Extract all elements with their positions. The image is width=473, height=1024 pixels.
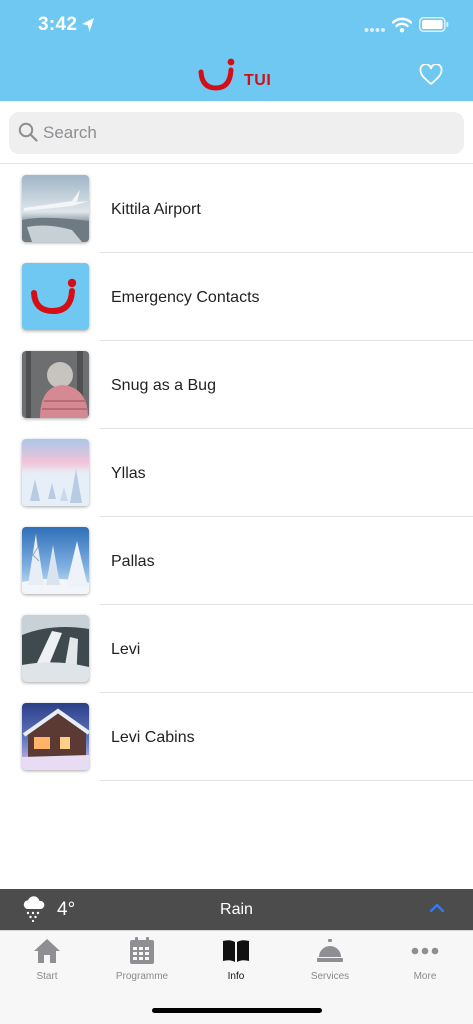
row-divider xyxy=(100,780,473,781)
more-dots-icon xyxy=(411,947,439,955)
list-item-label: Emergency Contacts xyxy=(111,289,260,306)
tab-label: Programme xyxy=(115,971,169,982)
list-item-kittila-airport[interactable]: Kittila Airport xyxy=(0,165,473,253)
tab-label: Services xyxy=(310,971,350,982)
tab-label: Start xyxy=(36,971,58,982)
list-item-pallas[interactable]: Pallas xyxy=(0,517,473,605)
list-item-label: Levi xyxy=(111,641,141,658)
snowy-trees-blue-sky-thumbnail xyxy=(22,527,89,594)
list-item-label: Pallas xyxy=(111,553,155,570)
book-icon xyxy=(223,940,249,962)
search-section xyxy=(0,101,473,164)
battery-icon xyxy=(419,17,449,32)
ski-slope-thumbnail xyxy=(22,615,89,682)
weather-condition: Rain xyxy=(220,901,253,918)
list-item-levi-cabins[interactable]: Levi Cabins xyxy=(0,693,473,781)
location-arrow-icon xyxy=(82,18,94,32)
tab-start[interactable]: Start xyxy=(0,931,94,991)
search-bar[interactable] xyxy=(9,112,464,154)
knit-hat-thumbnail xyxy=(22,351,89,418)
favorites-heart-icon[interactable] xyxy=(419,64,443,86)
chevron-up-icon[interactable] xyxy=(429,903,445,913)
cabin-dusk-thumbnail xyxy=(22,703,89,770)
status-bar: 3:42 xyxy=(0,0,473,52)
tab-services[interactable]: Services xyxy=(283,931,377,991)
tab-label: Info xyxy=(227,971,245,982)
list-item-snug-as-a-bug[interactable]: Snug as a Bug xyxy=(0,341,473,429)
status-time: 3:42 xyxy=(38,14,78,35)
weather-bar[interactable]: 4° Rain xyxy=(0,889,473,930)
cellular-signal-icon xyxy=(364,28,385,32)
home-icon xyxy=(34,939,60,963)
tab-more[interactable]: More xyxy=(378,931,472,991)
list-item-emergency-contacts[interactable]: Emergency Contacts xyxy=(0,253,473,341)
wifi-icon xyxy=(392,17,412,33)
list-item-label: Yllas xyxy=(111,465,146,482)
list-item-label: Kittila Airport xyxy=(111,201,201,218)
tui-logo-thumbnail xyxy=(22,263,89,330)
calendar-icon xyxy=(130,937,154,964)
tui-logo: TUI xyxy=(198,58,278,92)
airport-wing-thumbnail xyxy=(22,175,89,242)
list-item-label: Levi Cabins xyxy=(111,729,195,746)
brand-name: TUI xyxy=(244,72,272,89)
home-indicator xyxy=(152,1008,322,1013)
info-list: Kittila Airport Emergency Contacts Snug xyxy=(0,165,473,781)
search-icon xyxy=(18,122,38,142)
list-item-label: Snug as a Bug xyxy=(111,377,216,394)
tui-smile-icon xyxy=(198,58,235,91)
search-input[interactable] xyxy=(43,112,443,154)
tab-label: More xyxy=(413,971,437,982)
list-item-yllas[interactable]: Yllas xyxy=(0,429,473,517)
tab-info[interactable]: Info xyxy=(189,931,283,991)
snowy-forest-pink-sky-thumbnail xyxy=(22,439,89,506)
app-header: 3:42 TUI xyxy=(0,0,473,101)
list-item-levi[interactable]: Levi xyxy=(0,605,473,693)
tab-programme[interactable]: Programme xyxy=(95,931,189,991)
service-bell-icon xyxy=(317,939,343,962)
